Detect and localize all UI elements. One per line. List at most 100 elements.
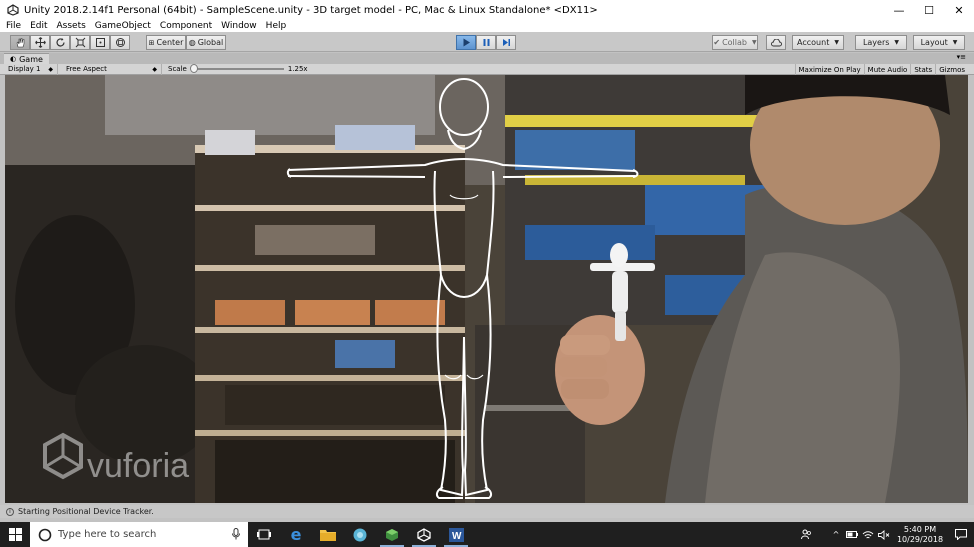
taskbar-clock[interactable]: 5:40 PM 10/29/2018 <box>892 525 948 545</box>
windows-logo-icon <box>8 528 22 541</box>
game-controller-icon: ◐ <box>10 55 17 63</box>
volume-muted-icon[interactable] <box>876 529 892 540</box>
status-message[interactable]: Starting Positional Device Tracker. <box>18 507 154 516</box>
microphone-icon[interactable] <box>232 528 240 540</box>
scale-value: 1.25x <box>287 65 308 73</box>
transform-icon <box>115 38 125 47</box>
account-dropdown[interactable]: Account ▼ <box>792 35 844 50</box>
layers-dropdown[interactable]: Layers ▼ <box>855 35 907 50</box>
info-icon: i <box>6 507 14 516</box>
game-viewport[interactable]: vuforia <box>5 75 968 503</box>
menu-file[interactable]: File <box>6 21 21 31</box>
hand-tool-button[interactable] <box>10 35 30 50</box>
globe-app-icon <box>353 528 367 541</box>
chevron-down-icon: ▼ <box>834 39 839 46</box>
file-explorer-button[interactable] <box>312 522 344 547</box>
wifi-icon[interactable] <box>860 530 876 540</box>
rect-tool-button[interactable] <box>90 35 110 50</box>
unity-editor-window: Unity 2018.2.14f1 Personal (64bit) - Sam… <box>0 0 974 547</box>
clock-date: 10/29/2018 <box>896 534 944 544</box>
scale-tool-button[interactable] <box>70 35 90 50</box>
chevron-down-icon: ▼ <box>751 39 757 46</box>
edge-icon: e <box>290 525 302 544</box>
main-toolbar: ⊞ Center ◍ Global ✔ Collab ▼ Account ▼ L… <box>0 32 974 52</box>
menu-window[interactable]: Window <box>221 21 257 31</box>
unity-app-button[interactable] <box>408 522 440 547</box>
transform-tools <box>10 35 130 50</box>
game-view-toggles: Maximize On Play Mute Audio Stats Gizmos <box>794 64 968 75</box>
pivot-icon: ⊞ <box>148 38 155 47</box>
pivot-toggles: ⊞ Center ◍ Global <box>146 35 226 50</box>
menu-help[interactable]: Help <box>266 21 287 31</box>
scale-icon <box>75 37 85 48</box>
game-tab-row: ◐ Game ▾≡ <box>0 53 974 64</box>
task-view-icon <box>257 529 271 540</box>
windows-taskbar: Type here to search e W ^ 5:40 PM 10/29/… <box>0 522 974 547</box>
step-button[interactable] <box>496 35 516 50</box>
people-icon[interactable] <box>798 529 814 540</box>
scale-slider[interactable] <box>189 64 284 73</box>
status-bar: i Starting Positional Device Tracker. <box>0 505 974 518</box>
vuforia-watermark: vuforia <box>87 447 189 485</box>
close-button[interactable]: ✕ <box>944 0 974 20</box>
aspect-dropdown[interactable]: Free Aspect ◆ <box>58 63 162 75</box>
maximize-on-play-toggle[interactable]: Maximize On Play <box>794 64 864 75</box>
menu-component[interactable]: Component <box>160 21 212 31</box>
edge-browser-button[interactable]: e <box>280 522 312 547</box>
account-group: Account ▼ <box>792 35 844 50</box>
mute-audio-toggle[interactable]: Mute Audio <box>863 64 911 75</box>
collab-button[interactable]: ✔ Collab ▼ <box>712 35 758 50</box>
play-controls <box>456 35 516 50</box>
pivot-center-button[interactable]: ⊞ Center <box>146 35 186 50</box>
rect-tool-icon <box>95 38 105 47</box>
menu-assets[interactable]: Assets <box>57 21 86 31</box>
pause-button[interactable] <box>476 35 496 50</box>
collab-group: ✔ Collab ▼ <box>712 35 758 50</box>
notification-center-button[interactable] <box>948 529 974 540</box>
title-bar: Unity 2018.2.14f1 Personal (64bit) - Sam… <box>0 0 974 20</box>
minimize-button[interactable]: — <box>884 0 914 20</box>
menu-gameobject[interactable]: GameObject <box>95 21 151 31</box>
maximize-button[interactable]: ☐ <box>914 0 944 20</box>
rotate-tool-button[interactable] <box>50 35 70 50</box>
stats-toggle[interactable]: Stats <box>910 64 935 75</box>
word-icon: W <box>448 527 464 542</box>
tab-game[interactable]: ◐ Game <box>4 53 49 64</box>
menu-bar: File Edit Assets GameObject Component Wi… <box>0 20 974 32</box>
rotate-icon <box>55 38 65 47</box>
unity-logo-icon <box>417 527 431 542</box>
word-app-button[interactable]: W <box>440 522 472 547</box>
task-view-button[interactable] <box>248 522 280 547</box>
layout-group: Layout ▼ <box>913 35 965 50</box>
move-tool-button[interactable] <box>30 35 50 50</box>
step-icon <box>502 39 510 46</box>
gizmos-dropdown[interactable]: Gizmos <box>935 64 968 75</box>
menu-edit[interactable]: Edit <box>30 21 47 31</box>
cloud-group <box>766 35 786 50</box>
play-button[interactable] <box>456 35 476 50</box>
pivot-global-button[interactable]: ◍ Global <box>186 35 226 50</box>
game-view-options: Display 1 ◆ Free Aspect ◆ Scale 1.25x Ma… <box>0 63 974 75</box>
browser-app-button[interactable] <box>344 522 376 547</box>
chevron-up-icon[interactable]: ^ <box>828 530 844 539</box>
start-button[interactable] <box>0 522 30 547</box>
layout-dropdown[interactable]: Layout ▼ <box>913 35 965 50</box>
hand-icon <box>16 38 24 48</box>
chevron-down-icon: ▼ <box>894 39 900 46</box>
checkmark-icon: ✔ <box>713 38 721 47</box>
battery-icon[interactable] <box>844 531 860 538</box>
pause-icon <box>483 39 489 46</box>
clock-time: 5:40 PM <box>903 524 937 534</box>
scale-slider-thumb[interactable] <box>189 64 198 73</box>
vuforia-app-button[interactable] <box>376 522 408 547</box>
display-dropdown[interactable]: Display 1 ◆ <box>0 63 58 75</box>
svg-text:W: W <box>452 531 462 542</box>
panel-menu-icon[interactable]: ▾≡ <box>957 53 966 61</box>
notification-icon <box>955 529 967 540</box>
transform-tool-button[interactable] <box>110 35 130 50</box>
window-title: Unity 2018.2.14f1 Personal (64bit) - Sam… <box>24 4 598 16</box>
scale-control: Scale 1.25x <box>162 64 308 75</box>
cortana-icon <box>38 528 52 541</box>
cloud-button[interactable] <box>766 35 786 50</box>
taskbar-search[interactable]: Type here to search <box>30 522 248 547</box>
